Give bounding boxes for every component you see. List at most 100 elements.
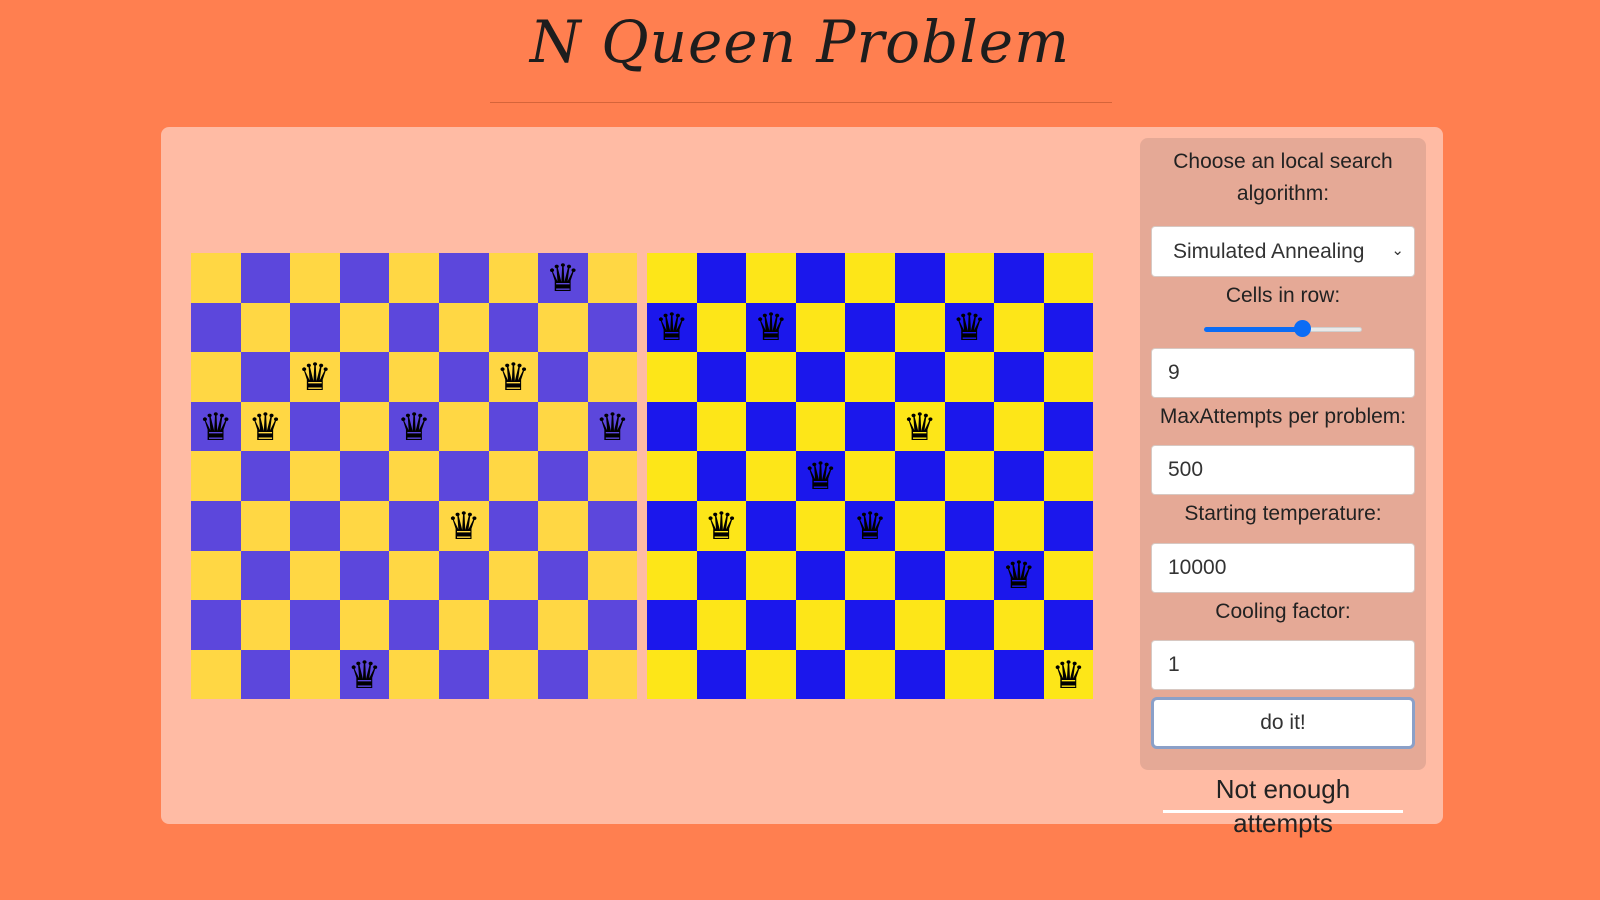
run-button[interactable]: do it!: [1151, 697, 1415, 749]
board-cell: [1043, 451, 1094, 501]
board-cell: [191, 302, 241, 353]
max-attempts-input[interactable]: [1151, 445, 1415, 495]
board-cell: [696, 550, 747, 601]
board-cell: [438, 401, 489, 452]
chevron-down-icon: ⌄: [1391, 242, 1404, 259]
board-cell: [894, 550, 945, 601]
board-cell: [1043, 352, 1094, 402]
board-cell: [845, 649, 895, 700]
board-cell: [746, 600, 796, 650]
board-cell: [290, 600, 340, 650]
board-cell: [1043, 401, 1094, 452]
board-cell: [290, 302, 340, 353]
board-cell: [240, 500, 291, 551]
board-cell: [795, 352, 846, 402]
board-cell: [240, 649, 291, 700]
board-cell: [994, 649, 1044, 700]
queen-icon: ♛: [397, 404, 432, 449]
board-cell: [894, 352, 945, 402]
board-cell: [389, 600, 439, 650]
cells-slider[interactable]: [1204, 320, 1362, 337]
board-cell: [339, 401, 390, 452]
board-cell: [696, 352, 747, 402]
title-divider: [490, 102, 1112, 103]
board-cell: [488, 401, 539, 452]
queen-icon: ♛: [1051, 652, 1086, 697]
board-cell: [746, 649, 796, 700]
board-cell: [438, 451, 489, 501]
board-cell: [894, 649, 945, 700]
board-cell: [1043, 500, 1094, 551]
board-cell: [795, 401, 846, 452]
board-cell: [845, 550, 895, 601]
queen-icon: ♛: [753, 305, 789, 350]
cells-label: Cells in row:: [1225, 284, 1341, 307]
board-cell: [438, 253, 489, 303]
board-cell: [587, 253, 638, 303]
board-cell: [488, 550, 539, 601]
board-cell: [339, 500, 390, 551]
board-cell: [647, 352, 697, 402]
board-cell: [696, 253, 747, 303]
board-cell: [240, 550, 291, 601]
board-cell: ♛: [696, 500, 747, 551]
board-cell: ♛: [845, 500, 895, 551]
board-cell: [438, 550, 489, 601]
board-cell: ♛: [894, 401, 945, 452]
board-cell: [191, 500, 241, 551]
status-message: Not enough attempts: [1215, 774, 1351, 838]
board-cell: [746, 352, 796, 402]
board-cell: [795, 302, 846, 353]
board-cell: [538, 401, 588, 452]
page-title: N Queen Problem: [529, 8, 1071, 76]
board-cell: [647, 649, 697, 700]
cells-input[interactable]: [1151, 348, 1415, 398]
board-cell: [339, 600, 390, 650]
board-cell: [696, 451, 747, 501]
board-cell: [191, 600, 241, 650]
queen-icon: ♛: [347, 652, 382, 697]
board-cell: [845, 401, 895, 452]
board-cell: [994, 302, 1044, 353]
queen-icon: ♛: [1001, 553, 1036, 598]
board-cell: [1043, 550, 1094, 601]
board-cell: [1043, 253, 1094, 303]
board-cell: [290, 401, 340, 452]
temperature-input[interactable]: [1151, 543, 1415, 593]
board-cell: [488, 500, 539, 551]
board-cell: [894, 500, 945, 551]
board-cell: [994, 253, 1044, 303]
algorithm-select[interactable]: Simulated Annealing ⌄: [1151, 226, 1415, 277]
board-cell: [191, 253, 241, 303]
cooling-label: Cooling factor:: [1215, 600, 1351, 623]
board-cell: [587, 302, 638, 353]
board-cell: [290, 451, 340, 501]
board-cell: ♛: [339, 649, 390, 700]
board-cell: ♛: [1043, 649, 1094, 700]
board-cell: [538, 500, 588, 551]
temperature-label: Starting temperature:: [1184, 502, 1382, 525]
board-cell: [994, 451, 1044, 501]
cooling-input[interactable]: [1151, 640, 1415, 690]
slider-thumb[interactable]: [1293, 320, 1311, 337]
board-cell: [438, 600, 489, 650]
board-cell: [438, 352, 489, 402]
board-cell: [994, 500, 1044, 551]
board-cell: [587, 352, 638, 402]
board-cell: [290, 500, 340, 551]
board-cell: [647, 500, 697, 551]
queen-icon: ♛: [446, 503, 481, 548]
board-cell: [994, 600, 1044, 650]
chessboard-left: ♛ ♛ ♛ ♛ ♛ ♛ ♛ ♛ ♛: [191, 253, 638, 700]
board-cell: [795, 500, 846, 551]
board-cell: [845, 451, 895, 501]
board-cell: [438, 649, 489, 700]
chessboard-right: ♛ ♛ ♛ ♛ ♛ ♛ ♛ ♛ ♛: [647, 253, 1094, 700]
board-cell: ♛: [587, 401, 638, 452]
board-cell: [389, 451, 439, 501]
board-cell: [538, 352, 588, 402]
board-cell: [389, 550, 439, 601]
board-cell: [240, 352, 291, 402]
board-cell: [389, 649, 439, 700]
board-cell: [647, 600, 697, 650]
